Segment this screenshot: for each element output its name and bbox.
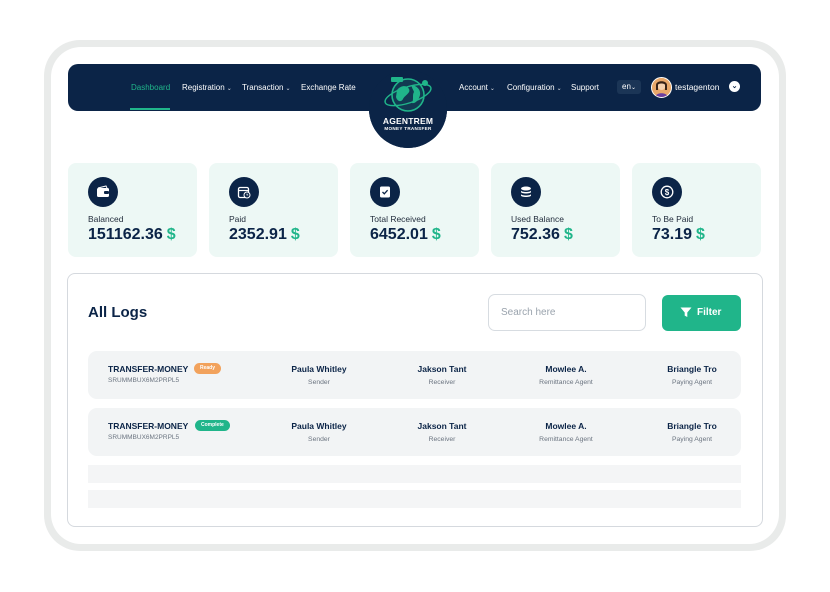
stat-label: Balanced xyxy=(88,214,124,224)
status-badge: Ready xyxy=(194,363,222,374)
paying-agent-name: Briangle Tro xyxy=(667,421,717,431)
agent-role: Remittance Agent xyxy=(539,436,593,443)
logo-tagline: MONEY TRANSFER xyxy=(384,126,432,131)
page-title: All Logs xyxy=(88,304,148,321)
nav-transaction[interactable]: Transaction ⌄ xyxy=(242,83,291,92)
sender-role: Sender xyxy=(308,436,330,443)
stat-value: 752.36 $ xyxy=(511,226,573,243)
logo-name: AGENTREM xyxy=(382,116,434,126)
sender-name: Paula Whitley xyxy=(291,421,347,431)
transfer-id: SRUMMBUX6M2PRPL5 xyxy=(108,434,180,441)
sender-cell: Paula Whitley Sender xyxy=(264,364,374,386)
table-row[interactable]: TRANSFER-MONEY Complete SRUMMBUX6M2PRPL5… xyxy=(88,408,741,456)
wallet-icon xyxy=(88,177,118,207)
language-selector[interactable]: en⌄ xyxy=(617,80,641,94)
nav-configuration[interactable]: Configuration ⌄ xyxy=(507,83,562,92)
receiver-cell: Jakson Tant Receiver xyxy=(387,364,497,386)
sender-cell: Paula Whitley Sender xyxy=(264,421,374,443)
transfer-type: TRANSFER-MONEY xyxy=(108,364,189,374)
paying-agent-cell: Briangle Tro Paying Agent xyxy=(637,421,747,443)
receiver-role: Receiver xyxy=(428,379,456,386)
chevron-down-icon: ⌄ xyxy=(489,86,495,92)
sender-name: Paula Whitley xyxy=(291,364,347,374)
coins-stack-icon xyxy=(511,177,541,207)
receiver-role: Receiver xyxy=(428,436,456,443)
chevron-down-icon: ⌄ xyxy=(226,86,232,92)
globe-logo-icon xyxy=(384,77,432,112)
logs-panel xyxy=(67,273,763,527)
nav-registration[interactable]: Registration ⌄ xyxy=(182,83,232,92)
stat-label: To Be Paid xyxy=(652,214,694,224)
stat-value: 2352.91 $ xyxy=(229,226,300,243)
paying-agent-role: Paying Agent xyxy=(671,436,713,443)
receiver-name: Jakson Tant xyxy=(417,421,467,431)
stat-value: 73.19 $ xyxy=(652,226,705,243)
sender-role: Sender xyxy=(308,379,330,386)
loading-placeholder-row xyxy=(88,490,741,508)
stat-label: Total Received xyxy=(370,214,426,224)
user-avatar-icon xyxy=(652,78,671,97)
receiver-cell: Jakson Tant Receiver xyxy=(387,421,497,443)
avatar[interactable] xyxy=(651,77,672,98)
nav-support[interactable]: Support xyxy=(571,83,599,92)
filter-icon xyxy=(680,307,692,317)
paying-agent-cell: Briangle Tro Paying Agent xyxy=(637,364,747,386)
active-tab-indicator xyxy=(130,108,170,110)
stat-card-total-received: Total Received 6452.01 $ xyxy=(350,163,479,257)
stat-label: Used Balance xyxy=(511,214,564,224)
agent-role: Remittance Agent xyxy=(539,379,593,386)
status-badge: Complete xyxy=(195,420,230,431)
chevron-down-icon: ⌄ xyxy=(556,86,562,92)
search-input[interactable] xyxy=(488,294,646,331)
receipt-icon xyxy=(370,177,400,207)
agent-cell: Mowlee A. Remittance Agent xyxy=(511,364,621,386)
stat-value: 6452.01 $ xyxy=(370,226,441,243)
paying-agent-name: Briangle Tro xyxy=(667,364,717,374)
agent-cell: Mowlee A. Remittance Agent xyxy=(511,421,621,443)
dollar-coin-icon: $ xyxy=(652,177,682,207)
calendar-check-icon xyxy=(229,177,259,207)
receiver-name: Jakson Tant xyxy=(417,364,467,374)
nav-dashboard[interactable]: Dashboard xyxy=(131,83,170,92)
table-row[interactable]: TRANSFER-MONEY Ready SRUMMBUX6M2PRPL5 Pa… xyxy=(88,351,741,399)
stat-label: Paid xyxy=(229,214,247,224)
svg-text:$: $ xyxy=(665,188,670,197)
stat-card-paid: Paid 2352.91 $ xyxy=(209,163,338,257)
transfer-id: SRUMMBUX6M2PRPL5 xyxy=(108,377,180,384)
loading-placeholder-row xyxy=(88,465,741,483)
stat-card-to-be-paid: $ To Be Paid 73.19 $ xyxy=(632,163,761,257)
nav-exchange-rate[interactable]: Exchange Rate xyxy=(301,83,356,92)
nav-account[interactable]: Account ⌄ xyxy=(459,83,495,92)
stat-card-used-balance: Used Balance 752.36 $ xyxy=(491,163,620,257)
agent-name: Mowlee A. xyxy=(545,364,587,374)
filter-button[interactable]: Filter xyxy=(662,295,741,331)
agent-name: Mowlee A. xyxy=(545,421,587,431)
chevron-down-icon[interactable]: ⌄ xyxy=(729,81,740,92)
stat-value: 151162.36 $ xyxy=(88,226,176,243)
chevron-down-icon: ⌄ xyxy=(285,86,291,92)
paying-agent-role: Paying Agent xyxy=(671,379,713,386)
stat-card-balanced: Balanced 151162.36 $ xyxy=(68,163,197,257)
transfer-type: TRANSFER-MONEY xyxy=(108,421,189,431)
username[interactable]: testagenton xyxy=(675,82,719,92)
